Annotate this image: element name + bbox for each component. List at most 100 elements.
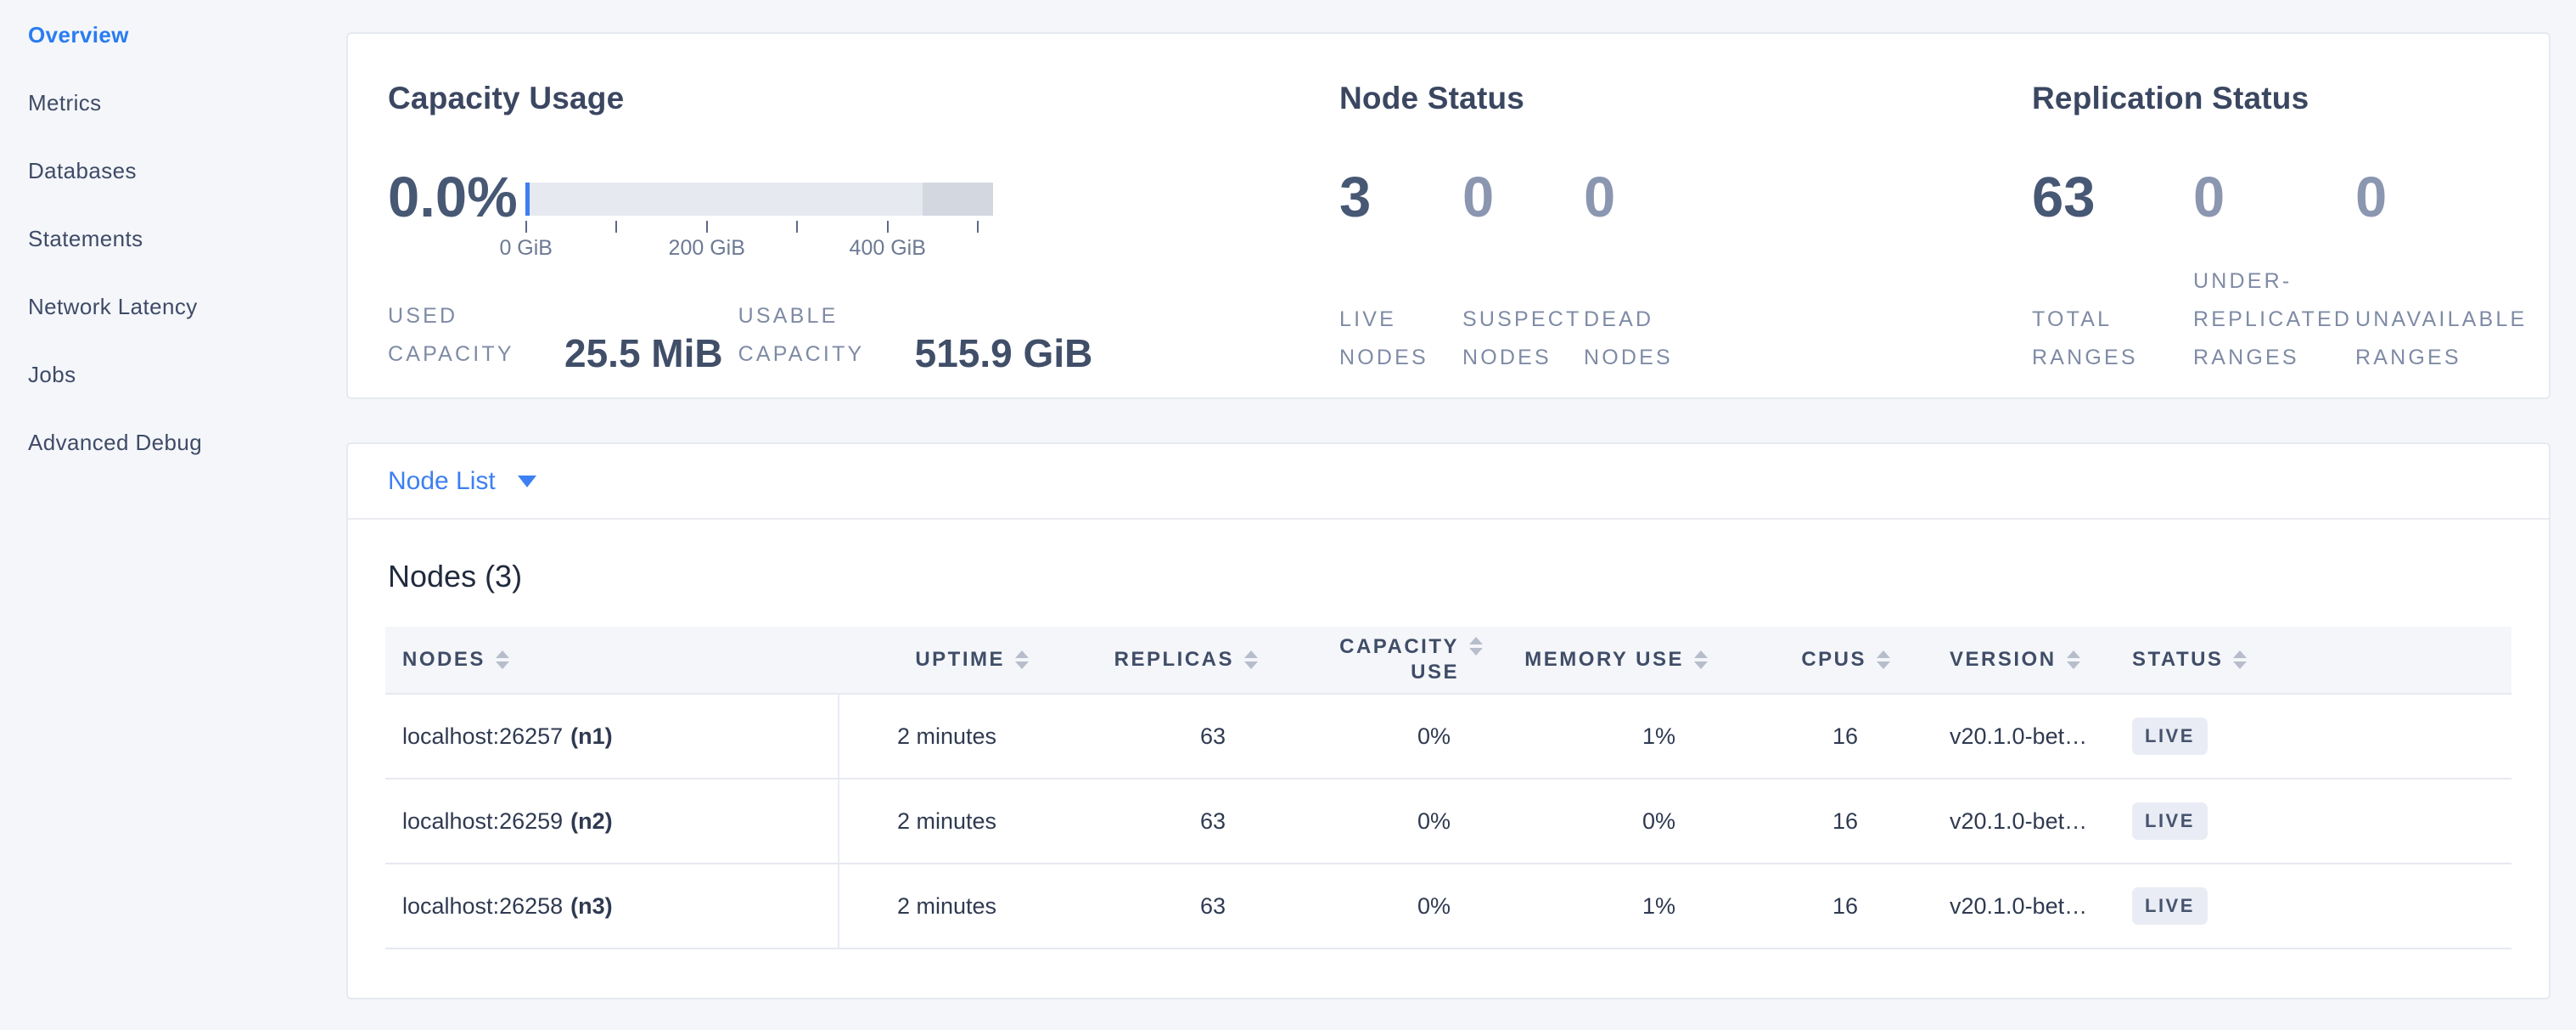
- replicas-cell: 63: [1029, 864, 1258, 948]
- replication-status-title: Replication Status: [2032, 80, 2549, 117]
- capacity-usage-numrow: 0.0%: [388, 167, 1339, 261]
- status-cell: LIVE: [2132, 780, 2511, 863]
- main-content: Capacity Usage 0.0%: [346, 0, 2576, 1030]
- nodes-table-heading: Nodes (3): [388, 559, 2549, 594]
- capacity-bar-reserved-segment: [923, 183, 993, 216]
- capacity-stats: USED CAPACITY 25.5 MiB USABLE CAPACITY 5…: [388, 261, 1339, 374]
- node-list-card: Node List Nodes (3) NODES UPTIME REPLICA…: [346, 442, 2551, 999]
- table-row-node-2[interactable]: localhost:26259(n2) 2 minutes 63 0% 0% 1…: [385, 780, 2511, 864]
- cpus-cell: 16: [1708, 695, 1890, 778]
- capacity-usage-title: Capacity Usage: [388, 80, 1339, 117]
- used-capacity-stat: USED CAPACITY 25.5 MiB: [388, 297, 723, 374]
- replication-status-section: Replication Status 63 TOTAL RANGES 0 UND…: [2032, 80, 2549, 374]
- view-selector-row: Node List: [348, 444, 2549, 520]
- capacity-usage-chart: 0 GiB 200 GiB 400 GiB: [525, 183, 993, 261]
- under-replicated-ranges-label: UNDER-REPLICATED RANGES: [2193, 262, 2336, 377]
- unavailable-ranges-count: 0: [2355, 167, 2387, 228]
- memory-use-cell: 1%: [1483, 864, 1708, 948]
- under-replicated-ranges-count: 0: [2193, 167, 2225, 228]
- capacity-used-percent: 0.0%: [388, 167, 518, 261]
- version-cell: v20.1.0-bet…: [1890, 780, 2132, 863]
- version-cell: v20.1.0-bet…: [1890, 864, 2132, 948]
- capacity-usage-section: Capacity Usage 0.0%: [388, 80, 1339, 374]
- suspect-nodes-label: SUSPECT NODES: [1462, 301, 1569, 377]
- node-status-title: Node Status: [1339, 80, 2032, 117]
- sidebar-item-network-latency[interactable]: Network Latency: [0, 273, 346, 341]
- sort-icon[interactable]: [1244, 650, 1258, 669]
- total-ranges-count: 63: [2032, 167, 2096, 228]
- suspect-nodes-count: 0: [1462, 167, 1494, 228]
- used-capacity-value: 25.5 MiB: [564, 330, 723, 376]
- status-badge: LIVE: [2132, 887, 2208, 925]
- uptime-cell: 2 minutes: [839, 780, 1029, 863]
- node-list-dropdown[interactable]: Node List: [388, 467, 496, 496]
- column-header-uptime[interactable]: UPTIME: [839, 627, 1029, 693]
- sort-icon[interactable]: [1877, 650, 1890, 669]
- live-nodes-stat: 3 LIVE NODES: [1339, 167, 1462, 377]
- column-header-memory-use[interactable]: MEMORY USE: [1483, 627, 1708, 693]
- version-cell: v20.1.0-bet…: [1890, 695, 2132, 778]
- unavailable-ranges-label: UNAVAILABLE RANGES: [2355, 301, 2498, 377]
- dead-nodes-label: DEAD NODES: [1584, 301, 1690, 377]
- sort-icon[interactable]: [2233, 650, 2247, 669]
- sort-icon[interactable]: [496, 650, 509, 669]
- column-header-replicas[interactable]: REPLICAS: [1029, 627, 1258, 693]
- column-header-version[interactable]: VERSION: [1890, 627, 2132, 693]
- column-header-nodes[interactable]: NODES: [385, 627, 839, 693]
- nodes-table-header: NODES UPTIME REPLICAS CAPACITY USE: [385, 627, 2511, 695]
- under-replicated-ranges-stat: 0 UNDER-REPLICATED RANGES: [2193, 167, 2355, 377]
- live-nodes-count: 3: [1339, 167, 1371, 228]
- sidebar-item-overview[interactable]: Overview: [0, 1, 346, 69]
- unavailable-ranges-stat: 0 UNAVAILABLE RANGES: [2355, 167, 2498, 377]
- column-header-capacity-use[interactable]: CAPACITY USE: [1258, 627, 1483, 693]
- used-capacity-label: USED CAPACITY: [388, 297, 530, 374]
- sort-icon[interactable]: [2067, 650, 2080, 669]
- status-badge: LIVE: [2132, 802, 2208, 840]
- sidebar: Overview Metrics Databases Statements Ne…: [0, 0, 346, 1030]
- cluster-summary-card: Capacity Usage 0.0%: [346, 32, 2551, 399]
- sidebar-item-jobs[interactable]: Jobs: [0, 341, 346, 408]
- replicas-cell: 63: [1029, 780, 1258, 863]
- cpus-cell: 16: [1708, 864, 1890, 948]
- node-address-cell: localhost:26257(n1): [385, 695, 839, 778]
- replicas-cell: 63: [1029, 695, 1258, 778]
- sort-icon[interactable]: [1469, 637, 1483, 656]
- table-row-node-3[interactable]: localhost:26258(n3) 2 minutes 63 0% 1% 1…: [385, 864, 2511, 949]
- capacity-axis-labels: 0 GiB 200 GiB 400 GiB: [525, 233, 993, 260]
- status-cell: LIVE: [2132, 864, 2511, 948]
- sidebar-item-statements[interactable]: Statements: [0, 205, 346, 273]
- memory-use-cell: 0%: [1483, 780, 1708, 863]
- node-id: (n1): [570, 723, 613, 750]
- table-row-node-1[interactable]: localhost:26257(n1) 2 minutes 63 0% 1% 1…: [385, 695, 2511, 780]
- chevron-down-icon[interactable]: [518, 476, 536, 487]
- node-address-cell: localhost:26259(n2): [385, 780, 839, 863]
- node-address-cell: localhost:26258(n3): [385, 864, 839, 948]
- dead-nodes-count: 0: [1584, 167, 1615, 228]
- node-status-stats: 3 LIVE NODES 0 SUSPECT NODES 0 DEAD NODE…: [1339, 167, 2032, 377]
- node-id: (n3): [570, 893, 613, 920]
- sidebar-item-databases[interactable]: Databases: [0, 137, 346, 205]
- sort-icon[interactable]: [1694, 650, 1708, 669]
- capacity-usage-bar: [525, 183, 993, 216]
- node-status-section: Node Status 3 LIVE NODES 0 SUSPECT NODES…: [1339, 80, 2032, 374]
- replication-stats: 63 TOTAL RANGES 0 UNDER-REPLICATED RANGE…: [2032, 167, 2549, 377]
- nodes-table: NODES UPTIME REPLICAS CAPACITY USE: [385, 627, 2511, 949]
- cpus-cell: 16: [1708, 780, 1890, 863]
- axis-label-400gib: 400 GiB: [850, 236, 926, 261]
- column-header-cpus[interactable]: CPUS: [1708, 627, 1890, 693]
- usable-capacity-value: 515.9 GiB: [915, 330, 1093, 376]
- capacity-use-cell: 0%: [1258, 780, 1483, 863]
- suspect-nodes-stat: 0 SUSPECT NODES: [1462, 167, 1584, 377]
- axis-label-200gib: 200 GiB: [669, 236, 745, 261]
- sidebar-item-advanced-debug[interactable]: Advanced Debug: [0, 408, 346, 476]
- column-header-status[interactable]: STATUS: [2132, 627, 2511, 693]
- usable-capacity-stat: USABLE CAPACITY 515.9 GiB: [738, 297, 1093, 374]
- node-id: (n2): [570, 808, 613, 835]
- total-ranges-label: TOTAL RANGES: [2032, 301, 2175, 377]
- status-cell: LIVE: [2132, 695, 2511, 778]
- memory-use-cell: 1%: [1483, 695, 1708, 778]
- sort-icon[interactable]: [1015, 650, 1029, 669]
- total-ranges-stat: 63 TOTAL RANGES: [2032, 167, 2193, 377]
- sidebar-item-metrics[interactable]: Metrics: [0, 69, 346, 137]
- uptime-cell: 2 minutes: [839, 864, 1029, 948]
